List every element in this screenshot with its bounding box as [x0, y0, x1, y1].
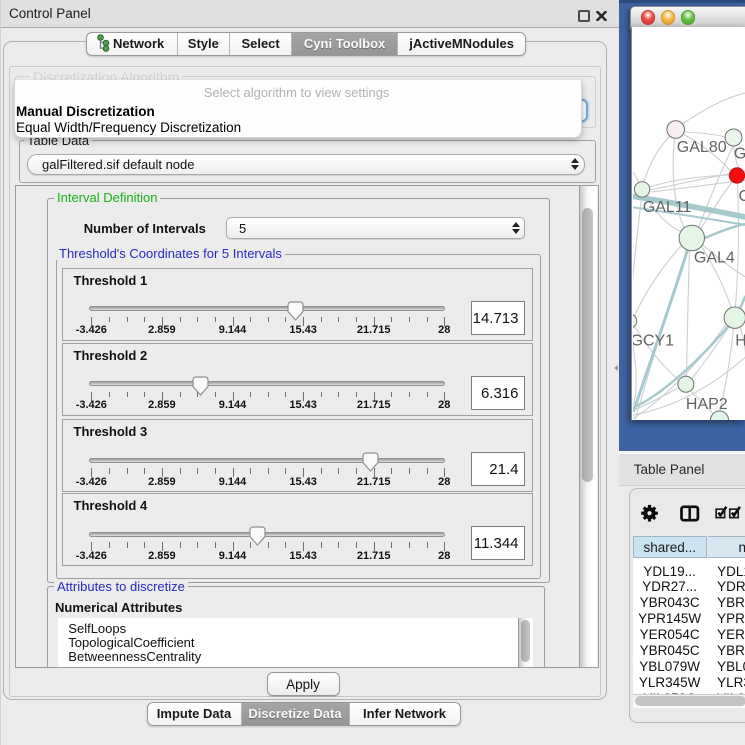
svg-text:GAL4: GAL4: [693, 250, 734, 267]
svg-text:H: H: [735, 333, 745, 350]
svg-text:G...: G...: [733, 146, 745, 163]
svg-text:GAL80: GAL80: [676, 139, 726, 156]
svg-text:GAL11: GAL11: [642, 199, 691, 216]
svg-text:GCY1: GCY1: [633, 333, 674, 350]
svg-text:C: C: [738, 188, 745, 205]
svg-text:HAP2: HAP2: [685, 396, 727, 413]
